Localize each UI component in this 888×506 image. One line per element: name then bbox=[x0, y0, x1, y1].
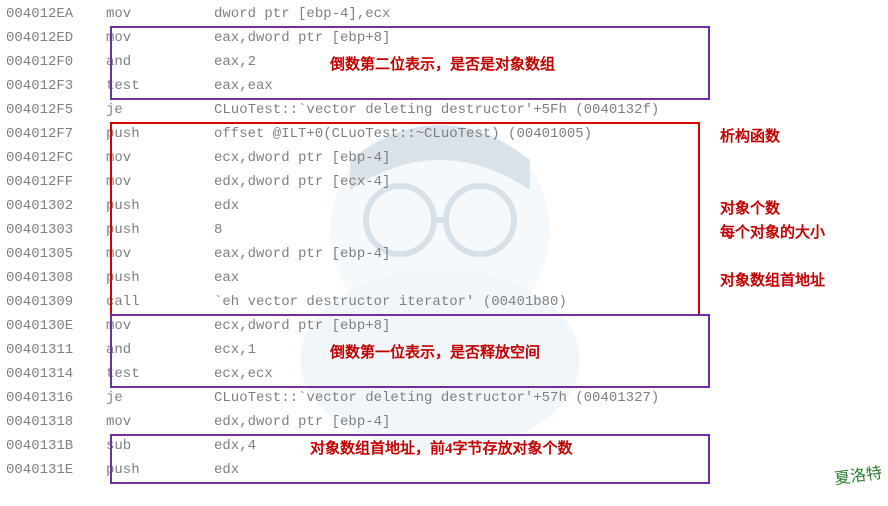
row-mnemonic: push bbox=[106, 122, 214, 146]
row-operands: dword ptr [ebp-4],ecx bbox=[214, 2, 390, 26]
asm-row: 004012EAmovdword ptr [ebp-4],ecx bbox=[6, 2, 888, 26]
row-mnemonic: mov bbox=[106, 146, 214, 170]
row-mnemonic: mov bbox=[106, 314, 214, 338]
row-operands: 8 bbox=[214, 218, 222, 242]
row-operands: `eh vector destructor iterator' (00401b8… bbox=[214, 290, 567, 314]
row-operands: edx bbox=[214, 194, 239, 218]
row-addr: 004012ED bbox=[6, 26, 106, 50]
disassembly-listing: 004012EAmovdword ptr [ebp-4],ecx 004012E… bbox=[0, 0, 888, 482]
row-addr: 004012FF bbox=[6, 170, 106, 194]
asm-row: 00401309call`eh vector destructor iterat… bbox=[6, 290, 888, 314]
row-mnemonic: call bbox=[106, 290, 214, 314]
row-operands: eax,eax bbox=[214, 74, 273, 98]
row-addr: 004012FC bbox=[6, 146, 106, 170]
row-addr: 0040130E bbox=[6, 314, 106, 338]
row-addr: 00401302 bbox=[6, 194, 106, 218]
row-operands: ecx,1 bbox=[214, 338, 256, 362]
row-mnemonic: and bbox=[106, 50, 214, 74]
row-operands: edx bbox=[214, 458, 239, 482]
row-operands: eax,dword ptr [ebp+8] bbox=[214, 26, 390, 50]
row-mnemonic: and bbox=[106, 338, 214, 362]
row-addr: 004012F5 bbox=[6, 98, 106, 122]
row-operands: eax bbox=[214, 266, 239, 290]
row-mnemonic: push bbox=[106, 218, 214, 242]
row-operands: ecx,dword ptr [ebp-4] bbox=[214, 146, 390, 170]
row-operands: offset @ILT+0(CLuoTest::~CLuoTest) (0040… bbox=[214, 122, 592, 146]
row-addr: 004012F0 bbox=[6, 50, 106, 74]
row-operands: eax,dword ptr [ebp-4] bbox=[214, 242, 390, 266]
row-mnemonic: je bbox=[106, 98, 214, 122]
row-addr: 00401303 bbox=[6, 218, 106, 242]
asm-row: 00401303push8 bbox=[6, 218, 888, 242]
row-addr: 00401308 bbox=[6, 266, 106, 290]
row-addr: 00401314 bbox=[6, 362, 106, 386]
row-mnemonic: mov bbox=[106, 170, 214, 194]
row-operands: ecx,dword ptr [ebp+8] bbox=[214, 314, 390, 338]
row-mnemonic: push bbox=[106, 458, 214, 482]
row-mnemonic: test bbox=[106, 362, 214, 386]
asm-row: 00401305moveax,dword ptr [ebp-4] bbox=[6, 242, 888, 266]
row-operands: eax,2 bbox=[214, 50, 256, 74]
asm-row: 004012FCmovecx,dword ptr [ebp-4] bbox=[6, 146, 888, 170]
asm-row: 00401302pushedx bbox=[6, 194, 888, 218]
row-mnemonic: sub bbox=[106, 434, 214, 458]
row-operands: edx,4 bbox=[214, 434, 256, 458]
row-addr: 00401311 bbox=[6, 338, 106, 362]
asm-row: 0040131Epushedx bbox=[6, 458, 888, 482]
row-operands: edx,dword ptr [ebp-4] bbox=[214, 410, 390, 434]
row-addr: 004012F7 bbox=[6, 122, 106, 146]
row-addr: 004012EA bbox=[6, 2, 106, 26]
row-addr: 0040131B bbox=[6, 434, 106, 458]
row-mnemonic: mov bbox=[106, 2, 214, 26]
row-addr: 004012F3 bbox=[6, 74, 106, 98]
asm-row: 00401318movedx,dword ptr [ebp-4] bbox=[6, 410, 888, 434]
asm-row: 0040131Bsubedx,4 bbox=[6, 434, 888, 458]
row-mnemonic: push bbox=[106, 194, 214, 218]
asm-row: 004012F3testeax,eax bbox=[6, 74, 888, 98]
asm-row: 00401314testecx,ecx bbox=[6, 362, 888, 386]
row-mnemonic: push bbox=[106, 266, 214, 290]
row-addr: 00401316 bbox=[6, 386, 106, 410]
row-operands: CLuoTest::`vector deleting destructor'+5… bbox=[214, 386, 659, 410]
asm-row: 004012FFmovedx,dword ptr [ecx-4] bbox=[6, 170, 888, 194]
row-mnemonic: test bbox=[106, 74, 214, 98]
asm-row: 004012EDmoveax,dword ptr [ebp+8] bbox=[6, 26, 888, 50]
row-operands: CLuoTest::`vector deleting destructor'+5… bbox=[214, 98, 659, 122]
row-mnemonic: mov bbox=[106, 410, 214, 434]
asm-row: 004012F0andeax,2 bbox=[6, 50, 888, 74]
row-operands: ecx,ecx bbox=[214, 362, 273, 386]
row-mnemonic: je bbox=[106, 386, 214, 410]
asm-row: 004012F7pushoffset @ILT+0(CLuoTest::~CLu… bbox=[6, 122, 888, 146]
asm-row: 00401311andecx,1 bbox=[6, 338, 888, 362]
asm-row: 0040130Emovecx,dword ptr [ebp+8] bbox=[6, 314, 888, 338]
row-mnemonic: mov bbox=[106, 242, 214, 266]
asm-row: 00401316jeCLuoTest::`vector deleting des… bbox=[6, 386, 888, 410]
row-addr: 0040131E bbox=[6, 458, 106, 482]
row-addr: 00401318 bbox=[6, 410, 106, 434]
asm-row: 00401308pusheax bbox=[6, 266, 888, 290]
asm-row: 004012F5jeCLuoTest::`vector deleting des… bbox=[6, 98, 888, 122]
row-addr: 00401305 bbox=[6, 242, 106, 266]
row-addr: 00401309 bbox=[6, 290, 106, 314]
row-operands: edx,dword ptr [ecx-4] bbox=[214, 170, 390, 194]
row-mnemonic: mov bbox=[106, 26, 214, 50]
